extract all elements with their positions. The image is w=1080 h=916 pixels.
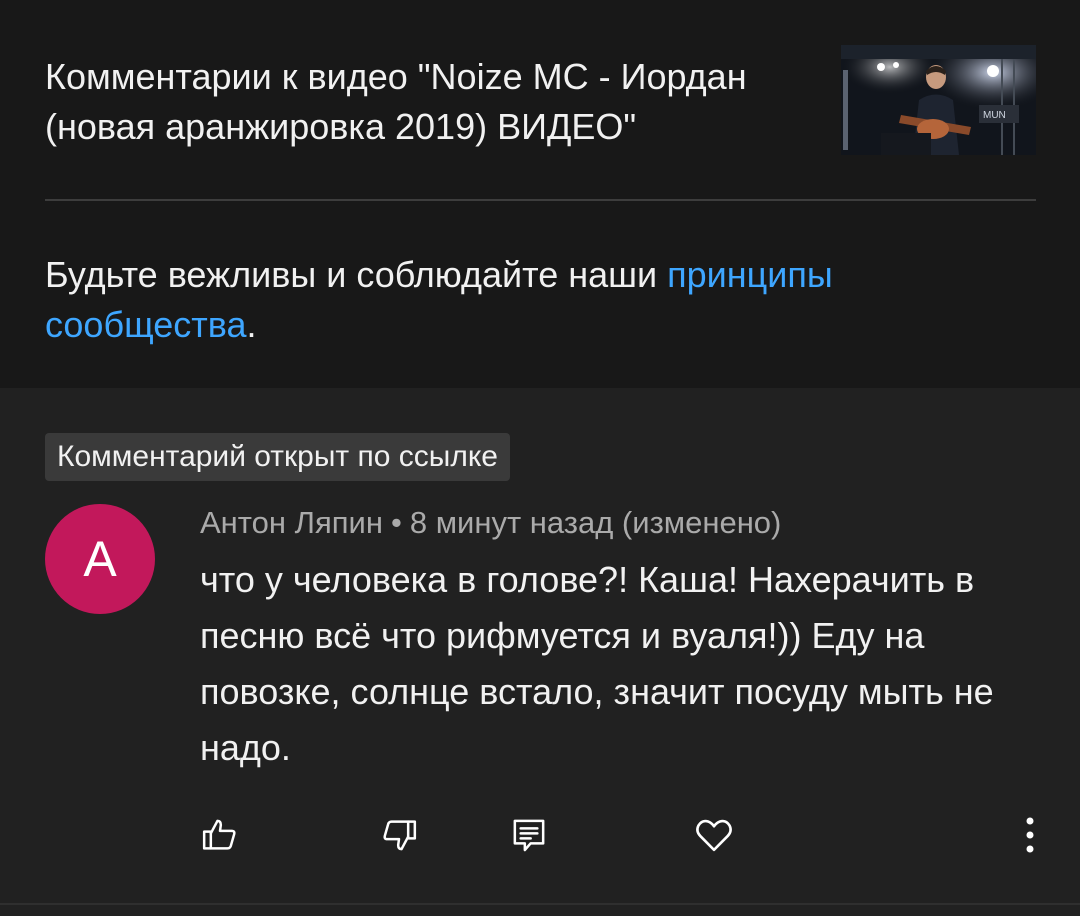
video-title: Комментарии к видео "Noize MC - Иордан (… xyxy=(45,56,747,147)
comments-header: Комментарии к видео "Noize MC - Иордан (… xyxy=(0,0,1080,388)
more-options-button[interactable] xyxy=(1003,810,1057,864)
like-button[interactable] xyxy=(193,810,247,864)
avatar[interactable]: А xyxy=(45,504,155,614)
comment-author[interactable]: Антон Ляпин xyxy=(200,505,383,540)
reply-button[interactable] xyxy=(502,810,556,864)
video-thumbnail[interactable]: MUN xyxy=(841,45,1036,155)
dislike-button[interactable] xyxy=(372,810,426,864)
comment-meta: Антон Ляпин • 8 минут назад (изменено) xyxy=(200,503,781,543)
comment-reply-icon xyxy=(509,815,549,860)
more-vertical-icon xyxy=(1024,815,1036,860)
thumbs-down-icon xyxy=(379,815,419,860)
guidelines-period: . xyxy=(246,304,257,345)
guidelines-text: Будьте вежливы и соблюдайте наши xyxy=(45,254,668,295)
linked-comment-badge: Комментарий открыт по ссылке xyxy=(45,433,510,481)
svg-text:MUN: MUN xyxy=(983,110,1006,121)
heart-button[interactable] xyxy=(687,810,741,864)
header-divider xyxy=(45,199,1036,201)
community-guidelines-notice: Будьте вежливы и соблюдайте наши принцип… xyxy=(45,250,1005,350)
bottom-divider xyxy=(0,903,1080,905)
meta-separator: • xyxy=(390,505,402,540)
comment-text: что у человека в голове?! Каша! Нахерачи… xyxy=(200,559,994,768)
comment-time: 8 минут назад (изменено) xyxy=(409,505,782,540)
thumbs-up-icon xyxy=(200,815,240,860)
heart-icon xyxy=(693,814,735,861)
